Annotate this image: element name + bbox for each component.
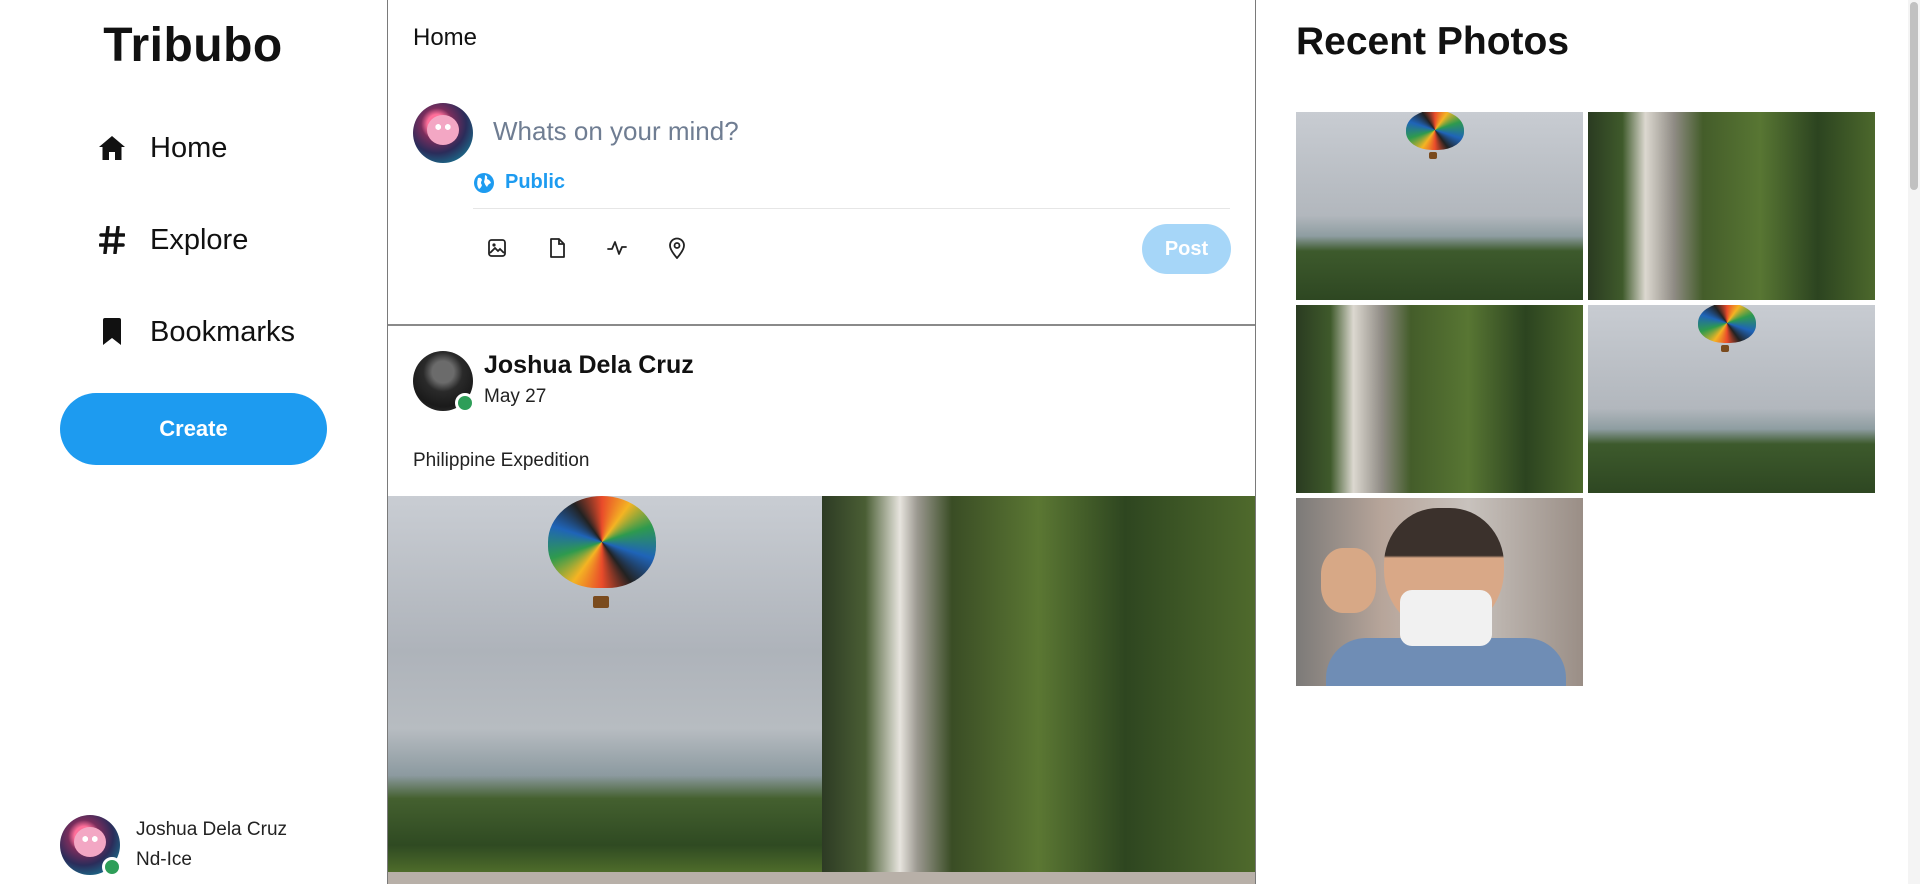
- profile-text: Joshua Dela Cruz Nd-Ice: [136, 815, 287, 875]
- basket-graphic: [1721, 345, 1729, 352]
- online-status-icon: [455, 393, 475, 413]
- globe-icon: [474, 172, 494, 193]
- post-button[interactable]: Post: [1142, 224, 1231, 274]
- create-button[interactable]: Create: [60, 393, 327, 465]
- profile-handle: Nd-Ice: [136, 849, 192, 870]
- main-nav: Home Explore Bookmarks: [96, 124, 295, 400]
- avatar-image: [427, 115, 459, 145]
- person-mask: [1400, 590, 1492, 646]
- basket-graphic: [1429, 152, 1437, 159]
- audience-selector[interactable]: Public: [473, 171, 565, 194]
- audience-label: Public: [505, 171, 566, 193]
- recent-photos-grid: [1296, 112, 1875, 686]
- nav-item-bookmarks[interactable]: Bookmarks: [96, 308, 295, 356]
- person-fist: [1321, 548, 1376, 613]
- scrollbar-thumb[interactable]: [1910, 2, 1918, 190]
- activity-icon[interactable]: [605, 236, 629, 260]
- nav-label-home: Home: [150, 131, 228, 164]
- post-text: Philippine Expedition: [413, 450, 590, 471]
- nav-item-explore[interactable]: Explore: [96, 216, 295, 264]
- balloon-graphic: [1406, 112, 1464, 150]
- recent-photo-balloon[interactable]: [1296, 112, 1583, 300]
- post-photo-waterfall[interactable]: [822, 496, 1255, 884]
- nav-label-bookmarks: Bookmarks: [150, 315, 296, 348]
- hash-icon: [96, 224, 128, 256]
- profile-card[interactable]: Joshua Dela Cruz Nd-Ice: [60, 815, 287, 877]
- location-icon[interactable]: [665, 236, 689, 260]
- recent-photo-person[interactable]: [1296, 498, 1583, 686]
- page-title: Home: [413, 24, 478, 51]
- composer-divider: [473, 208, 1230, 209]
- avatar: [60, 815, 122, 877]
- composer-avatar: [413, 103, 473, 163]
- bookmark-icon: [96, 316, 128, 348]
- balloon-graphic: [1698, 305, 1756, 343]
- file-icon[interactable]: [545, 236, 569, 260]
- sidebar: Tribubo Home Explore Bookmarks Create Jo…: [0, 0, 386, 884]
- composer-tools: [485, 236, 725, 260]
- brand-logo[interactable]: Tribubo: [0, 18, 386, 73]
- post-author-name[interactable]: Joshua Dela Cruz: [484, 351, 694, 380]
- online-status-icon: [102, 857, 122, 877]
- page-scrollbar[interactable]: [1908, 0, 1920, 884]
- post-gallery-next-row: [388, 872, 1255, 884]
- post-date: May 27: [484, 386, 547, 407]
- home-icon: [96, 132, 128, 164]
- balloon-graphic: [548, 496, 656, 588]
- post-author-avatar[interactable]: [413, 351, 475, 413]
- avatar-image: [74, 827, 106, 857]
- profile-name: Joshua Dela Cruz: [136, 819, 288, 840]
- nav-label-explore: Explore: [150, 223, 249, 256]
- nav-item-home[interactable]: Home: [96, 124, 295, 172]
- post-gallery: [388, 496, 1255, 884]
- basket-graphic: [593, 596, 609, 608]
- recent-photo-balloon[interactable]: [1588, 305, 1875, 493]
- app-root: Tribubo Home Explore Bookmarks Create Jo…: [0, 0, 1920, 884]
- recent-photo-waterfall[interactable]: [1296, 305, 1583, 493]
- post-composer: Home Public: [388, 0, 1255, 326]
- recent-photos-panel: Recent Photos: [1296, 0, 1876, 884]
- image-icon[interactable]: [485, 236, 509, 260]
- post-photo-balloon[interactable]: [388, 496, 822, 884]
- recent-photos-title: Recent Photos: [1296, 20, 1570, 63]
- post-input[interactable]: [493, 108, 1193, 154]
- recent-photo-waterfall[interactable]: [1588, 112, 1875, 300]
- feed: Home Public: [387, 0, 1256, 884]
